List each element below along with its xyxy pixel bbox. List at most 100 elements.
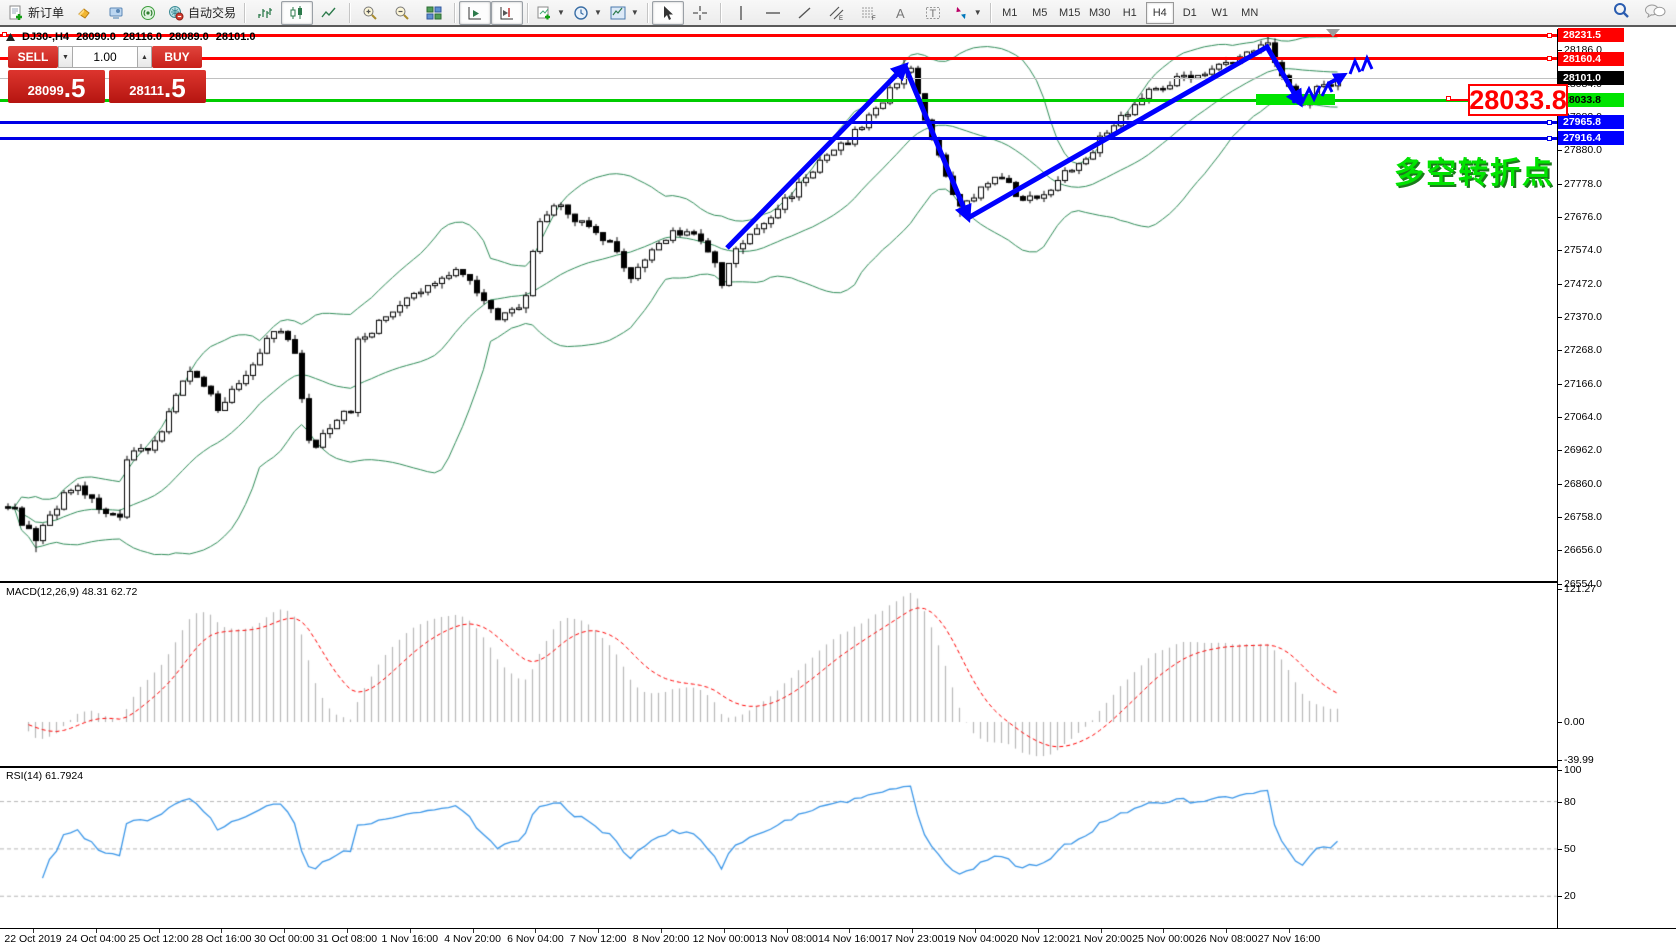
price-tick: 26758.0 <box>1564 511 1602 523</box>
ohlc-high: 28116.0 <box>123 31 162 43</box>
buy-button[interactable]: BUY <box>152 46 202 68</box>
vps-button[interactable] <box>100 1 132 25</box>
buy-price-box[interactable]: 28111.5 <box>109 70 206 103</box>
rsi-axis-label: 50 <box>1564 843 1576 855</box>
callout-connector <box>1450 99 1468 101</box>
time-label: 20 Nov 12:00 <box>1007 933 1069 945</box>
auto-scroll-button[interactable] <box>459 1 491 25</box>
time-label: 30 Oct 00:00 <box>254 933 314 945</box>
panel-separator[interactable] <box>0 766 1676 768</box>
arrows-tool-button[interactable]: ▼ <box>949 1 986 25</box>
cursor-tool-button[interactable] <box>652 1 684 25</box>
autotrading-button[interactable]: 自动交易 <box>164 1 240 25</box>
timeframe-m5[interactable]: M5 <box>1026 2 1054 24</box>
time-axis[interactable]: 22 Oct 201924 Oct 04:0025 Oct 12:0028 Oc… <box>0 928 1676 949</box>
horizontal-line-tool-button[interactable] <box>757 1 789 25</box>
new-order-label: 新订单 <box>28 4 64 21</box>
toolbar-separator <box>349 3 350 23</box>
price-label-28160.4: 28160.4 <box>1558 52 1624 66</box>
equidistant-channel-tool-button[interactable]: E <box>821 1 853 25</box>
text-label-tool-button[interactable]: T <box>917 1 949 25</box>
macd-label: MACD(12,26,9) 48.31 62.72 <box>6 586 137 598</box>
timeframe-w1[interactable]: W1 <box>1206 2 1234 24</box>
sell-button[interactable]: SELL <box>8 46 58 68</box>
volume-input[interactable]: 1.00 <box>73 46 137 68</box>
search-icon[interactable] <box>1613 2 1630 19</box>
bar-chart-button[interactable] <box>249 1 281 25</box>
market-button[interactable] <box>68 1 100 25</box>
time-label: 25 Nov 00:00 <box>1132 933 1194 945</box>
hline-bid-line[interactable] <box>0 78 1557 79</box>
chinese-annotation[interactable]: 多空转折点 <box>1368 148 1554 192</box>
new-chart-button[interactable]: ▼ <box>532 1 569 25</box>
green-highlight-band[interactable] <box>1256 94 1335 105</box>
price-callout-box[interactable]: 28033.8 <box>1468 84 1568 116</box>
time-label: 26 Nov 08:00 <box>1195 933 1257 945</box>
line-chart-button[interactable] <box>313 1 345 25</box>
time-tick <box>598 929 599 933</box>
time-label: 21 Nov 20:00 <box>1069 933 1131 945</box>
profiles-button[interactable]: ▼ <box>606 1 643 25</box>
timeframe-m1[interactable]: M1 <box>996 2 1024 24</box>
hline-support-1[interactable] <box>0 121 1557 124</box>
new-order-icon <box>8 5 24 21</box>
symbol-title: DJ30-,H4 <box>22 31 69 43</box>
zoom-in-button[interactable] <box>354 1 386 25</box>
panel-separator[interactable] <box>0 581 1676 583</box>
time-tick <box>724 929 725 933</box>
time-tick <box>661 929 662 933</box>
volume-up-button[interactable]: ▲ <box>137 46 152 68</box>
fibonacci-icon: F <box>861 5 877 21</box>
price-label-28101.0: 28101.0 <box>1558 71 1624 85</box>
price-tick: 27370.0 <box>1564 311 1602 323</box>
text-tool-button[interactable]: A <box>885 1 917 25</box>
new-order-button[interactable]: 新订单 <box>4 1 68 25</box>
periodicity-button[interactable]: ▼ <box>569 1 606 25</box>
rsi-axis-label: 20 <box>1564 890 1576 902</box>
tile-windows-button[interactable] <box>418 1 450 25</box>
time-label: 1 Nov 16:00 <box>381 933 438 945</box>
volume-down-button[interactable]: ▼ <box>58 46 73 68</box>
timeframe-d1[interactable]: D1 <box>1176 2 1204 24</box>
timeframe-mn[interactable]: MN <box>1236 2 1264 24</box>
price-label-27916.4: 27916.4 <box>1558 131 1624 145</box>
price-tick: 27268.0 <box>1564 344 1602 356</box>
line-handle[interactable] <box>1547 120 1552 125</box>
timeframe-m15[interactable]: M15 <box>1056 2 1084 24</box>
signals-button[interactable] <box>132 1 164 25</box>
timeframe-m30[interactable]: M30 <box>1086 2 1114 24</box>
rsi-axis-label: 100 <box>1564 764 1582 776</box>
vertical-line-tool-button[interactable] <box>725 1 757 25</box>
window-menu-icon[interactable] <box>6 33 15 41</box>
timeframe-h4[interactable]: H4 <box>1146 2 1174 24</box>
fibonacci-tool-button[interactable]: F <box>853 1 885 25</box>
timeframe-h1[interactable]: H1 <box>1116 2 1144 24</box>
price-axis[interactable]: 28186.028084.027982.027880.027778.027676… <box>1557 29 1676 949</box>
buy-price-main: 28111 <box>129 81 164 101</box>
one-click-trading-panel: SELL ▼ 1.00 ▲ BUY 28099.5 28111.5 <box>8 46 208 103</box>
zoom-out-button[interactable] <box>386 1 418 25</box>
candlestick-chart-button[interactable] <box>281 1 313 25</box>
toolbar-separator <box>454 3 455 23</box>
chat-icon[interactable] <box>1644 3 1666 19</box>
sell-price-box[interactable]: 28099.5 <box>8 70 105 103</box>
hline-resistance-2[interactable] <box>0 57 1557 60</box>
hline-support-2[interactable] <box>0 137 1557 140</box>
time-tick <box>284 929 285 933</box>
time-label: 14 Nov 16:00 <box>818 933 880 945</box>
time-tick <box>1038 929 1039 933</box>
price-label-27965.8: 27965.8 <box>1558 115 1624 129</box>
trendline-tool-button[interactable] <box>789 1 821 25</box>
rsi-label: RSI(14) 61.7924 <box>6 770 83 782</box>
crosshair-tool-button[interactable] <box>684 1 716 25</box>
line-handle[interactable] <box>1547 33 1552 38</box>
time-tick <box>912 929 913 933</box>
scroll-marker-icon[interactable] <box>1326 29 1340 37</box>
time-label: 19 Nov 04:00 <box>944 933 1006 945</box>
line-handle[interactable] <box>1547 56 1552 61</box>
chart-shift-button[interactable] <box>491 1 523 25</box>
time-tick <box>1163 929 1164 933</box>
line-handle[interactable] <box>1547 136 1552 141</box>
zoom-out-icon <box>394 5 410 21</box>
ohlc-close: 28101.0 <box>216 31 256 43</box>
